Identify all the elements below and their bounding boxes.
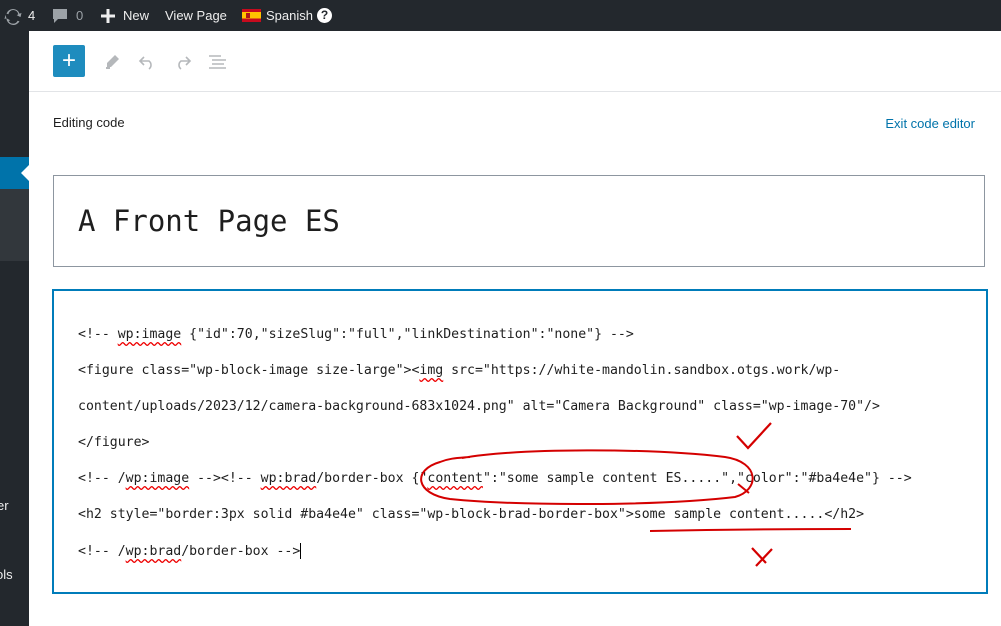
undo-icon: [138, 56, 152, 70]
redo-icon: [178, 56, 192, 70]
add-block-icon: +: [61, 47, 76, 74]
code-line: content/uploads/2023/12/camera-backgroun…: [78, 399, 880, 414]
spain-flag-icon: [242, 9, 261, 22]
code-text: --><!--: [189, 471, 261, 486]
spellcheck-flagged-word: wp:brad: [260, 471, 317, 486]
comments-item[interactable]: 0: [51, 0, 83, 31]
code-text: <figure class="wp-block-image size-large…: [78, 363, 420, 378]
code-text: src="https://white-mandolin.sandbox.otgs…: [443, 363, 841, 378]
code-text: content/uploads/2023/12/camera-backgroun…: [78, 399, 880, 414]
code-line: <!-- /wp:brad/border-box -->: [78, 543, 302, 559]
code-text: <h2 style="border:3px solid #ba4e4e" cla…: [78, 507, 865, 522]
spellcheck-flagged-word: wp:image: [117, 327, 182, 342]
sidebar-item-label-1[interactable]: er: [0, 498, 9, 513]
admin-sidebar: er ols: [0, 31, 29, 626]
code-line: </figure>: [78, 435, 149, 450]
sidebar-active-item[interactable]: [0, 157, 29, 189]
view-page-label: View Page: [165, 8, 227, 23]
code-text: {"id":70,"sizeSlug":"full","linkDestinat…: [181, 327, 634, 342]
editor-toolbar: +: [29, 31, 1001, 92]
edit-pencil-icon: [106, 55, 119, 69]
updates-item[interactable]: 4: [3, 0, 35, 31]
comment-icon: [53, 8, 67, 23]
sidebar-item-label-2[interactable]: ols: [0, 567, 13, 582]
redo-button[interactable]: [172, 51, 194, 73]
code-text: <!-- /: [78, 544, 126, 559]
code-line: <!-- wp:image {"id":70,"sizeSlug":"full"…: [78, 327, 634, 342]
help-icon[interactable]: ?: [316, 8, 332, 23]
post-title-field[interactable]: A Front Page ES: [53, 175, 985, 267]
language-label: Spanish: [266, 8, 313, 23]
admin-bar: 4 0 New View Page Spanish ?: [0, 0, 1001, 31]
outline-button[interactable]: [207, 51, 229, 73]
updates-count: 4: [28, 8, 36, 23]
exit-code-editor-button[interactable]: Exit code editor: [885, 116, 975, 131]
updates-icon: [4, 8, 22, 25]
plus-icon: [101, 8, 115, 23]
code-text: <!-- /: [78, 471, 126, 486]
code-text: </figure>: [78, 435, 150, 450]
outline-list-icon: [209, 55, 226, 69]
new-item[interactable]: New: [101, 0, 149, 31]
sidebar-submenu: [0, 189, 29, 261]
code-line: <!-- /wp:image --><!-- wp:brad/border-bo…: [78, 471, 912, 486]
undo-button[interactable]: [136, 51, 158, 73]
spellcheck-flagged-word: wp:brad: [125, 544, 182, 559]
comments-count: 0: [76, 8, 84, 23]
new-label: New: [123, 8, 150, 23]
code-line: <figure class="wp-block-image size-large…: [78, 363, 840, 378]
code-text: ":"some sample content ES.....","color":…: [482, 471, 912, 486]
spellcheck-flagged-word: wp:image: [125, 471, 190, 486]
code-text: /border-box {": [316, 471, 428, 486]
code-editor-textarea[interactable]: <!-- wp:image {"id":70,"sizeSlug":"full"…: [52, 289, 988, 594]
code-line: <h2 style="border:3px solid #ba4e4e" cla…: [78, 507, 864, 522]
code-text: /border-box -->: [181, 544, 301, 559]
view-page-link[interactable]: View Page: [165, 0, 227, 31]
add-block-button[interactable]: +: [53, 45, 85, 77]
post-title-text[interactable]: A Front Page ES: [78, 204, 340, 238]
tools-button[interactable]: [101, 51, 123, 73]
spellcheck-flagged-word: img: [419, 363, 444, 378]
spellcheck-flagged-word: content: [427, 471, 483, 486]
text-cursor: [300, 543, 302, 559]
code-text: <!--: [78, 327, 118, 342]
editing-code-label: Editing code: [53, 115, 125, 130]
language-switcher[interactable]: Spanish ?: [242, 0, 332, 31]
